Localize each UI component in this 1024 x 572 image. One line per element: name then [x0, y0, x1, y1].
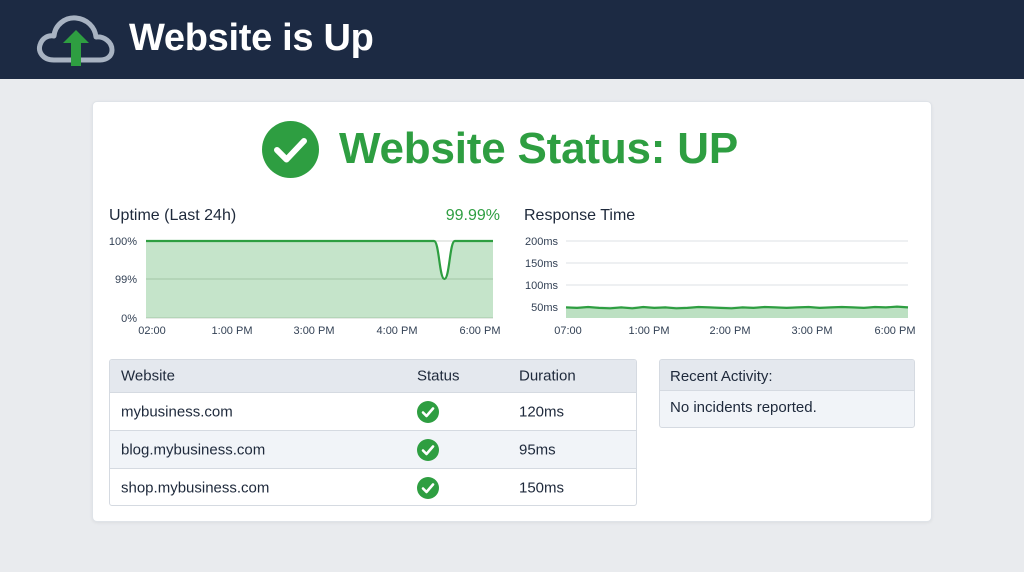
column-header-website: Website	[121, 367, 175, 385]
y-tick-label: 100%	[109, 236, 137, 248]
x-tick-label: 3:00 PM	[792, 325, 833, 337]
y-tick-label: 100ms	[525, 280, 559, 292]
check-circle-icon	[417, 438, 439, 461]
status-cell	[417, 400, 439, 423]
duration-cell: 150ms	[519, 479, 565, 497]
x-tick-label: 02:00	[138, 325, 166, 337]
app-header: Website is Up	[0, 0, 1024, 79]
y-tick-label: 150ms	[525, 258, 559, 270]
table-row[interactable]: shop.mybusiness.com 150ms	[110, 469, 636, 505]
status-headline-text: Website Status: UP	[339, 124, 738, 173]
table-row[interactable]: blog.mybusiness.com 95ms	[110, 431, 636, 469]
table-row[interactable]: mybusiness.com 120ms	[110, 393, 636, 431]
response-chart-title: Response Time	[524, 207, 636, 224]
status-headline: Website Status: UP	[262, 120, 738, 178]
response-time-chart: 200ms 150ms 100ms 50ms 07:00 1:00 PM 2:00 PM 3…	[525, 236, 916, 337]
column-header-status: Status	[417, 367, 460, 385]
status-cell	[417, 438, 439, 461]
duration-cell: 120ms	[519, 403, 565, 420]
x-tick-label: 07:00	[554, 325, 582, 337]
website-name: mybusiness.com	[121, 403, 233, 420]
x-tick-label: 6:00 PM	[875, 325, 916, 337]
y-tick-label: 50ms	[531, 302, 558, 314]
uptime-chart: 100% 99% 0% 02:00 1:00 PM 3:00 PM 4:00 PM 6:00…	[109, 236, 501, 337]
recent-activity-panel: Recent Activity: No incidents reported.	[659, 359, 915, 428]
check-circle-icon	[262, 120, 319, 178]
recent-activity-message: No incidents reported.	[670, 399, 817, 416]
uptime-value: 99.99%	[445, 207, 500, 224]
check-circle-icon	[417, 400, 439, 423]
column-header-duration: Duration	[519, 367, 576, 385]
y-tick-label: 99%	[115, 274, 137, 286]
uptime-area-fill	[146, 241, 493, 318]
uptime-chart-title: Uptime (Last 24h)	[109, 207, 237, 224]
y-tick-label: 200ms	[525, 236, 559, 248]
status-cell	[417, 477, 439, 499]
x-tick-label: 1:00 PM	[629, 325, 670, 337]
website-name: shop.mybusiness.com	[121, 479, 270, 497]
x-tick-label: 6:00 PM	[460, 325, 501, 337]
x-tick-label: 2:00 PM	[710, 325, 751, 337]
app-title: Website is Up	[129, 17, 374, 59]
x-tick-label: 3:00 PM	[294, 325, 335, 337]
response-line	[565, 305, 909, 310]
website-name: blog.mybusiness.com	[121, 441, 266, 458]
y-tick-label: 0%	[121, 313, 137, 325]
table-header: Website Status Duration	[110, 360, 636, 393]
x-tick-label: 1:00 PM	[212, 325, 253, 337]
x-tick-label: 4:00 PM	[377, 325, 418, 337]
recent-activity-title: Recent Activity:	[660, 360, 914, 391]
cloud-upload-icon	[37, 15, 115, 66]
duration-cell: 95ms	[519, 441, 556, 458]
websites-table: Website Status Duration mybusiness.com 1…	[109, 359, 637, 506]
check-circle-icon	[417, 477, 439, 499]
